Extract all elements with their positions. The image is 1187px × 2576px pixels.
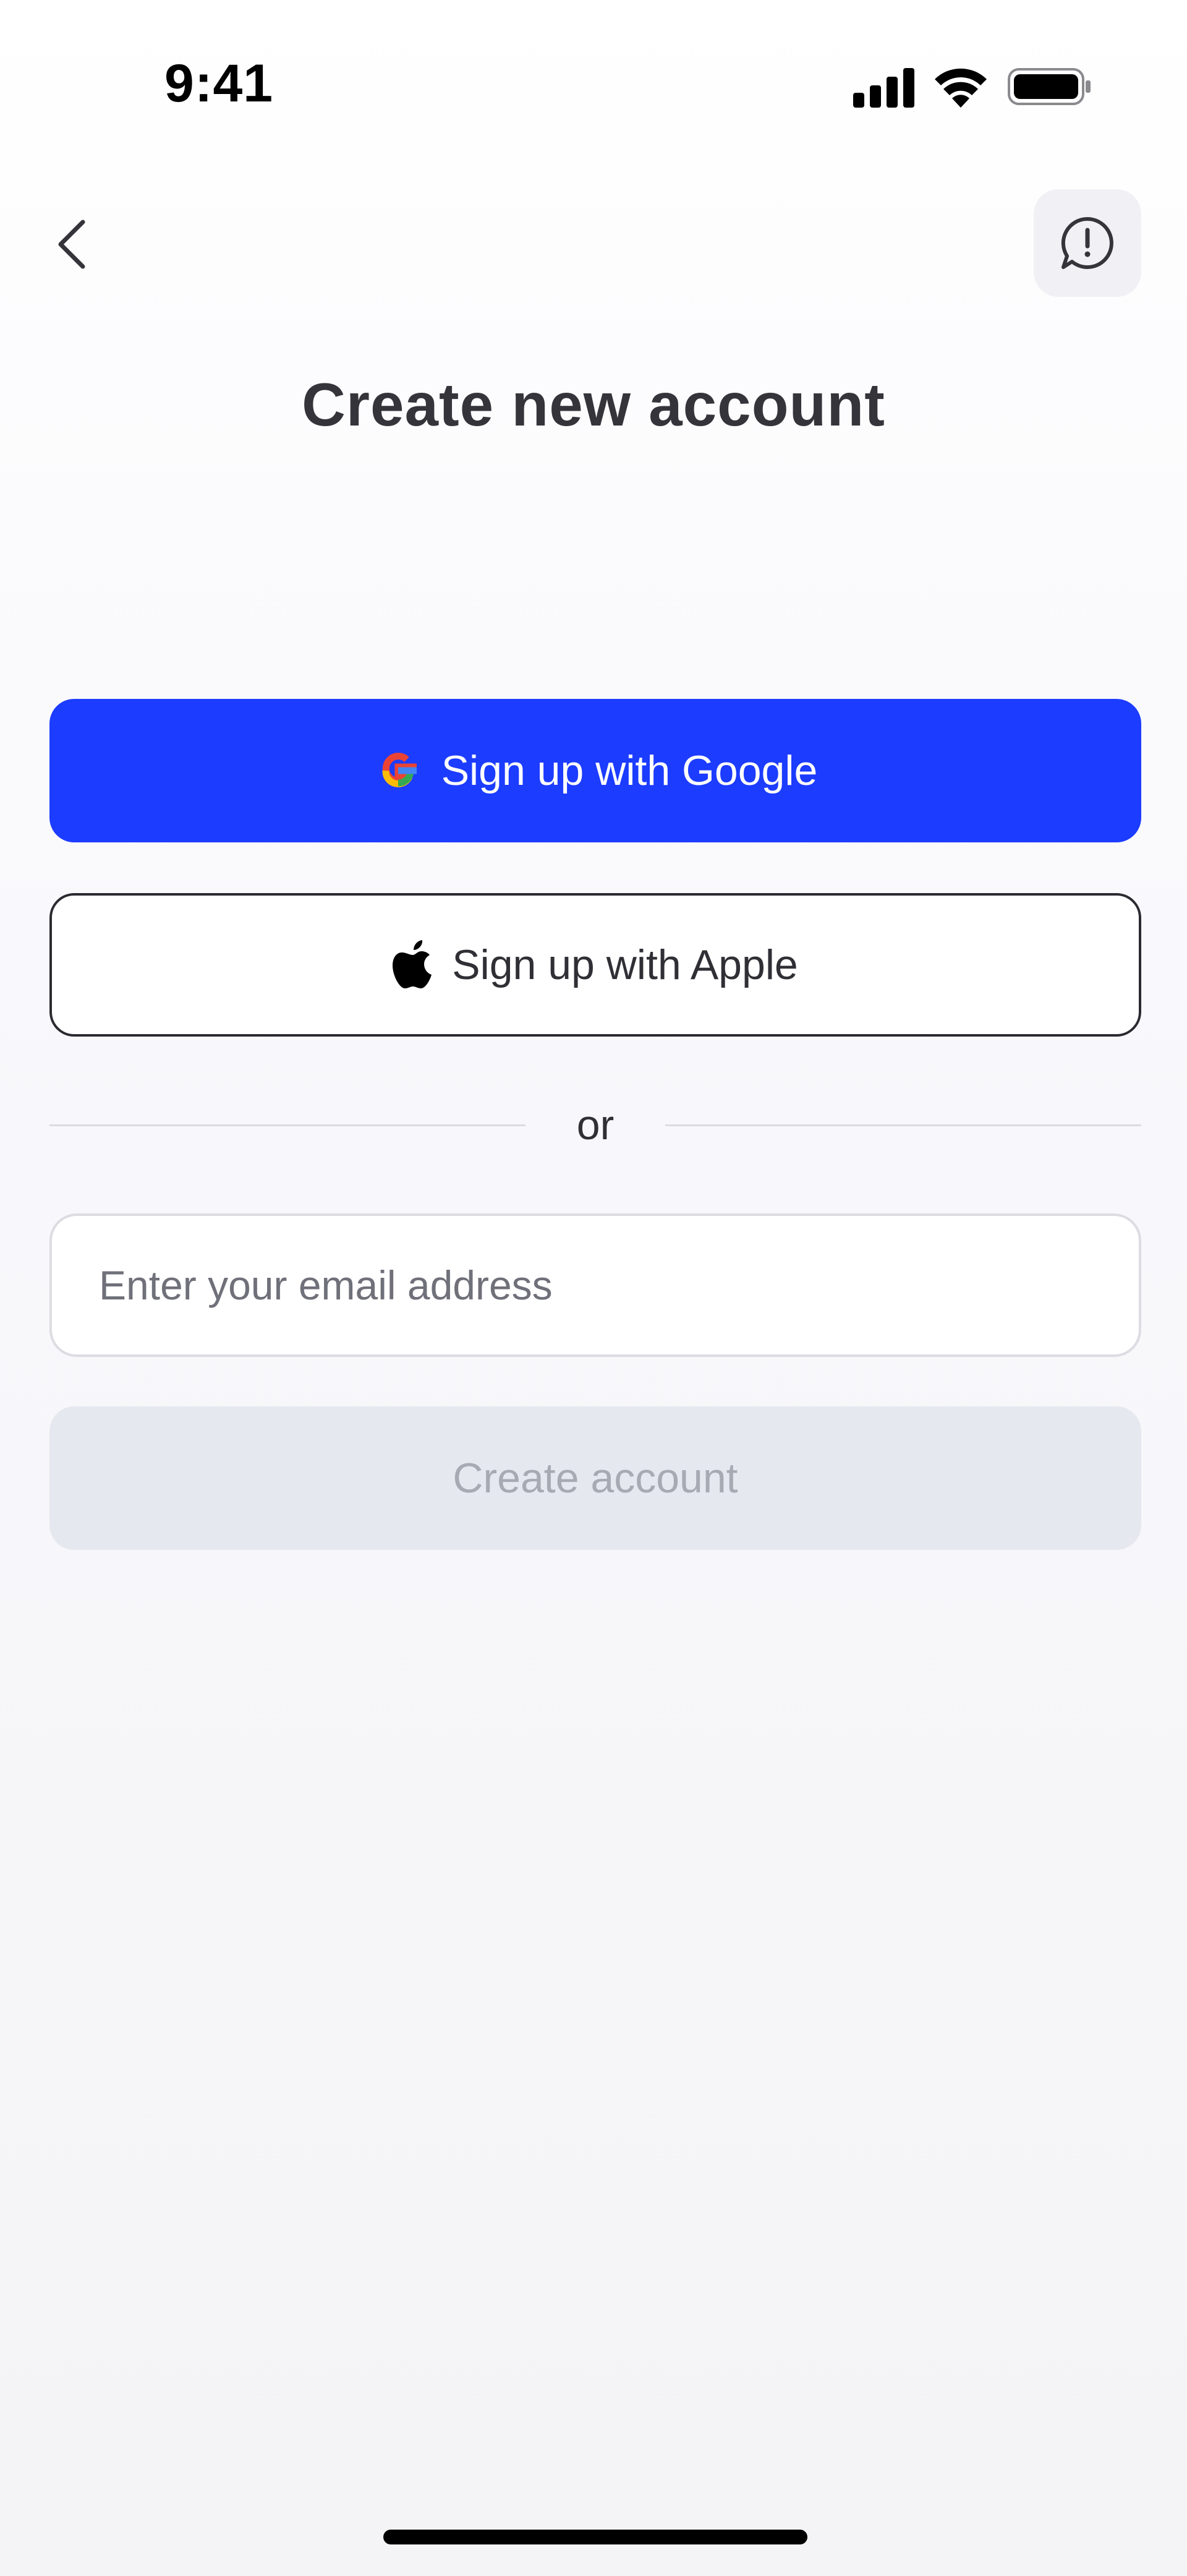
status-bar: 9:41 <box>0 0 1187 155</box>
battery-icon <box>1008 68 1091 105</box>
page-title: Create new account <box>302 370 885 439</box>
google-signup-label: Sign up with Google <box>441 747 818 794</box>
create-account-label: Create account <box>453 1455 738 1502</box>
chevron-left-icon <box>58 220 85 269</box>
signal-icon <box>853 68 914 108</box>
exclamation-bubble-icon <box>1061 216 1113 269</box>
back-button[interactable] <box>49 210 94 278</box>
apple-icon <box>393 940 433 990</box>
divider-line-right <box>665 1124 1141 1126</box>
divider-line-left <box>49 1124 525 1126</box>
google-signup-button[interactable]: Sign up with Google <box>49 699 1141 842</box>
email-input[interactable] <box>49 1213 1141 1357</box>
divider-or-text: or <box>576 1102 615 1149</box>
apple-signup-label: Sign up with Apple <box>452 941 798 988</box>
report-button[interactable] <box>1034 189 1141 297</box>
create-account-button[interactable]: Create account <box>49 1406 1141 1550</box>
status-time: 9:41 <box>164 54 274 113</box>
apple-signup-button[interactable]: Sign up with Apple <box>49 893 1141 1037</box>
home-indicator[interactable] <box>383 2530 807 2544</box>
wifi-icon <box>935 68 987 108</box>
google-icon <box>373 746 423 795</box>
